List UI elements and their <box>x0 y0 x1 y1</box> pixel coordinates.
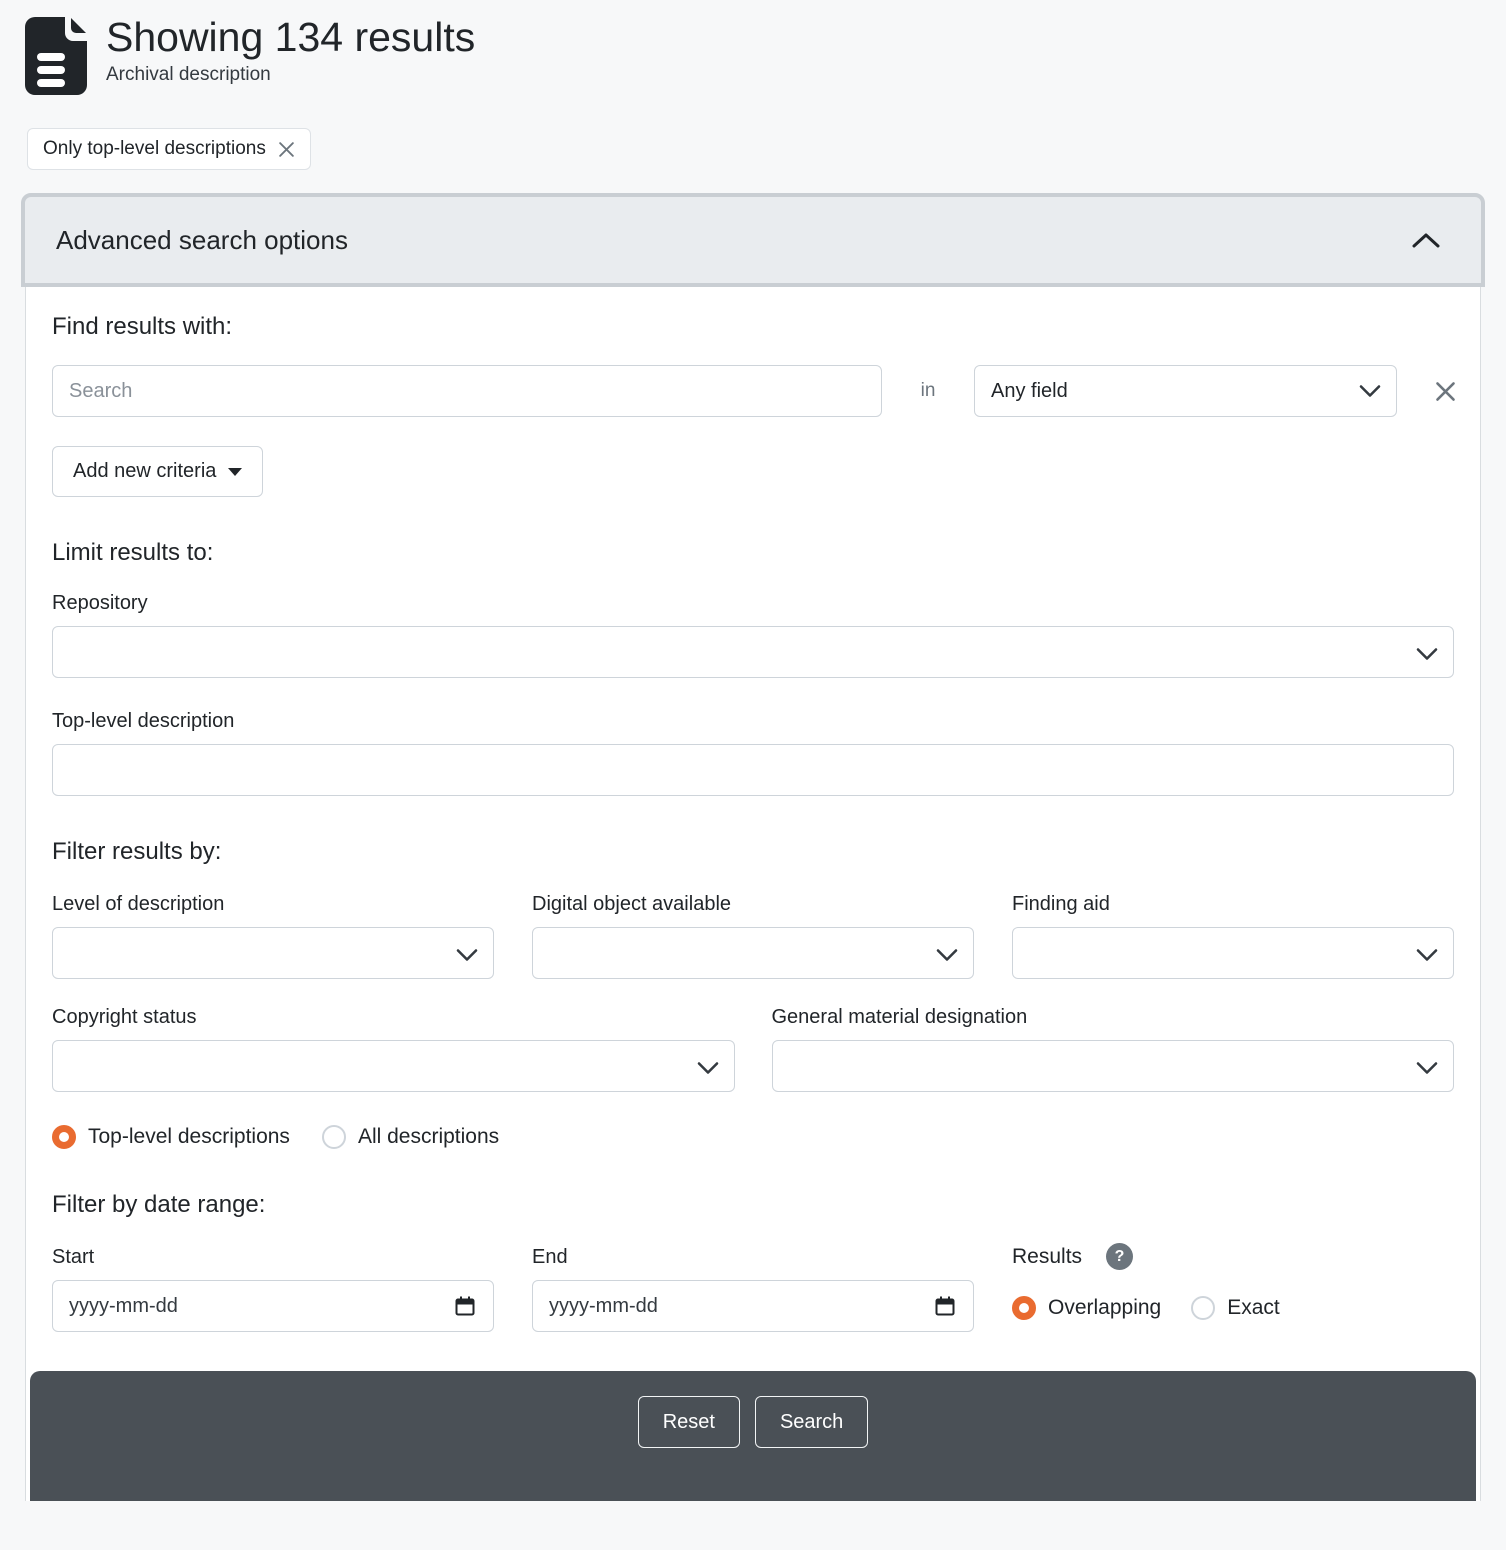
radio-selected-icon[interactable] <box>52 1125 76 1149</box>
remove-filter-icon[interactable] <box>278 141 295 158</box>
advanced-search-accordion: Advanced search options Find results wit… <box>21 193 1485 1501</box>
date-range-row: Start yyyy-mm-dd End yyyy-mm- <box>52 1221 1454 1332</box>
radio-unselected-icon[interactable] <box>1191 1296 1215 1320</box>
top-level-description-input[interactable] <box>52 744 1454 796</box>
filter-tag: Only top-level descriptions <box>27 128 311 170</box>
gmd-label: General material designation <box>772 1006 1455 1029</box>
field-select-wrap: Any field <box>974 365 1397 417</box>
copyright-status-select[interactable] <box>52 1040 735 1092</box>
add-new-criteria-label: Add new criteria <box>73 460 216 483</box>
finding-aid-field: Finding aid <box>1012 868 1454 979</box>
gmd-field: General material designation <box>772 981 1455 1092</box>
reset-button[interactable]: Reset <box>638 1396 740 1448</box>
search-input[interactable] <box>52 365 882 417</box>
digital-object-label: Digital object available <box>532 893 974 916</box>
filter-grid-row2: Copyright status General material design… <box>52 981 1454 1092</box>
radio-selected-icon[interactable] <box>1012 1296 1036 1320</box>
radio-unselected-icon[interactable] <box>322 1125 346 1149</box>
page-subtitle: Archival description <box>106 64 475 86</box>
search-button[interactable]: Search <box>755 1396 868 1448</box>
advanced-search-title: Advanced search options <box>56 225 348 256</box>
date-range-heading: Filter by date range: <box>52 1191 1454 1219</box>
level-of-description-label: Level of description <box>52 893 494 916</box>
calendar-icon[interactable] <box>933 1294 957 1318</box>
page-title-block: Showing 134 results Archival description <box>106 14 475 86</box>
archival-search-page: Showing 134 results Archival description… <box>0 0 1506 1501</box>
caret-down-icon <box>228 468 242 476</box>
page-title: Showing 134 results <box>106 14 475 61</box>
remove-criteria-button[interactable] <box>1430 376 1461 407</box>
gmd-select[interactable] <box>772 1040 1455 1092</box>
start-date-field: Start yyyy-mm-dd <box>52 1221 494 1332</box>
advanced-search-body: Find results with: in Any field <box>25 287 1481 1501</box>
level-of-description-select[interactable] <box>52 927 494 979</box>
calendar-icon[interactable] <box>453 1294 477 1318</box>
radio-exact[interactable]: Exact <box>1191 1296 1280 1320</box>
end-date-input[interactable]: yyyy-mm-dd <box>532 1280 974 1332</box>
search-actions-bar: Reset Search <box>30 1371 1476 1501</box>
level-of-description-field: Level of description <box>52 868 494 979</box>
in-label: in <box>882 380 974 402</box>
add-new-criteria-button[interactable]: Add new criteria <box>52 446 263 497</box>
close-icon <box>1434 380 1457 403</box>
page-header: Showing 134 results Archival description <box>0 14 1506 95</box>
filter-tag-label: Only top-level descriptions <box>43 138 266 160</box>
radio-top-level-descriptions[interactable]: Top-level descriptions <box>52 1125 290 1149</box>
limit-results-heading: Limit results to: <box>52 539 1454 567</box>
finding-aid-label: Finding aid <box>1012 893 1454 916</box>
results-label: Results <box>1012 1245 1082 1269</box>
filter-grid-row1: Level of description Digital object avai… <box>52 868 1454 979</box>
repository-select-wrap <box>52 645 1454 662</box>
start-label: Start <box>52 1246 494 1269</box>
start-date-input[interactable]: yyyy-mm-dd <box>52 1280 494 1332</box>
radio-overlapping[interactable]: Overlapping <box>1012 1296 1161 1320</box>
advanced-search-header[interactable]: Advanced search options <box>21 193 1485 287</box>
filter-results-heading: Filter results by: <box>52 838 1454 866</box>
end-label: End <box>532 1246 974 1269</box>
digital-object-field: Digital object available <box>532 868 974 979</box>
repository-select[interactable] <box>52 626 1454 678</box>
help-icon[interactable]: ? <box>1106 1243 1133 1270</box>
radio-all-descriptions[interactable]: All descriptions <box>322 1125 499 1149</box>
copyright-status-field: Copyright status <box>52 981 735 1092</box>
field-select[interactable]: Any field <box>974 365 1397 417</box>
results-radios: Overlapping Exact <box>1012 1296 1454 1320</box>
digital-object-select[interactable] <box>532 927 974 979</box>
repository-label: Repository <box>52 592 1454 615</box>
copyright-status-label: Copyright status <box>52 1006 735 1029</box>
chevron-up-icon <box>1411 231 1441 249</box>
results-field: Results ? Overlapping Exact <box>1012 1221 1454 1332</box>
description-scope-radios: Top-level descriptions All descriptions <box>52 1125 1454 1149</box>
search-criteria-row: in Any field <box>52 365 1454 417</box>
file-lines-icon <box>25 17 87 95</box>
finding-aid-select[interactable] <box>1012 927 1454 979</box>
find-results-heading: Find results with: <box>52 313 1454 341</box>
end-date-field: End yyyy-mm-dd <box>532 1221 974 1332</box>
top-level-description-label: Top-level description <box>52 710 1454 733</box>
